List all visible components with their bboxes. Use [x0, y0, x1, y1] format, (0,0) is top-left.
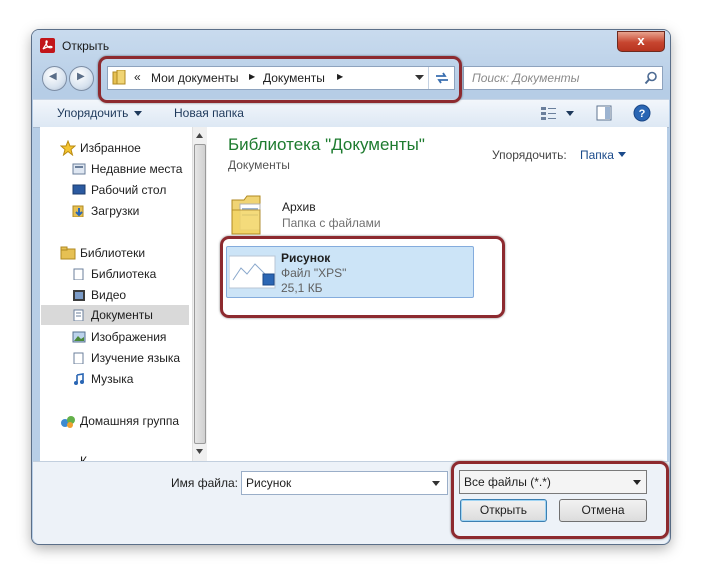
filename-dropdown-icon[interactable] — [432, 481, 440, 486]
sidebar-item-downloads[interactable]: Загрузки — [91, 202, 139, 220]
sidebar-item-video[interactable]: Видео — [91, 286, 126, 304]
video-icon — [73, 290, 85, 301]
highlight-frame-buttons — [451, 461, 669, 539]
back-button[interactable]: ◀ — [42, 66, 67, 91]
filename-input[interactable]: Рисунок — [246, 476, 291, 490]
window-title: Открыть — [62, 39, 110, 53]
sidebar-libraries[interactable]: Библиотеки — [80, 244, 145, 262]
search-box[interactable]: Поиск: Документы — [463, 66, 663, 90]
sidebar-item-music[interactable]: Музыка — [91, 370, 133, 388]
library-icon — [73, 268, 84, 280]
sidebar-item-partial[interactable]: К... — [80, 452, 97, 461]
file-name: Архив — [282, 200, 316, 214]
new-folder-button[interactable]: Новая папка — [174, 106, 244, 120]
sidebar-item-documents[interactable]: Документы — [91, 306, 153, 324]
toolbar: Упорядочить Новая папка ? — [33, 99, 669, 128]
language-learning-icon — [73, 352, 84, 364]
documents-icon — [73, 309, 84, 321]
scrollbar-thumb[interactable] — [194, 144, 206, 444]
arrange-by-label: Упорядочить: — [492, 148, 567, 162]
scroll-up-icon[interactable] — [196, 133, 203, 138]
folder-icon — [231, 195, 261, 235]
close-button[interactable]: x — [617, 31, 665, 52]
forward-button[interactable]: ▶ — [69, 66, 94, 91]
highlight-frame-address — [98, 56, 462, 103]
sidebar-homegroup[interactable]: Домашняя группа — [80, 412, 179, 430]
preview-pane-icon[interactable] — [596, 105, 612, 121]
filename-field[interactable]: Рисунок — [241, 471, 448, 495]
forward-arrow-icon: ▶ — [77, 71, 85, 82]
search-icon[interactable] — [644, 71, 658, 85]
star-icon — [60, 140, 76, 156]
music-icon — [74, 373, 84, 385]
filename-label: Имя файла: — [171, 476, 238, 490]
back-arrow-icon: ◀ — [49, 71, 57, 82]
help-icon[interactable]: ? — [633, 104, 651, 122]
arrange-dropdown-icon[interactable] — [618, 152, 626, 157]
library-title: Библиотека "Документы" — [228, 135, 425, 154]
desktop-icon — [72, 184, 86, 195]
sidebar-item-pictures[interactable]: Изображения — [91, 328, 166, 346]
sidebar-item-desktop[interactable]: Рабочий стол — [91, 181, 166, 199]
arrange-by-value[interactable]: Папка — [580, 148, 614, 162]
highlight-frame-file — [220, 236, 505, 318]
scroll-down-icon[interactable] — [196, 449, 203, 454]
svg-text:?: ? — [639, 108, 646, 120]
homegroup-icon — [61, 416, 75, 428]
organize-button[interactable]: Упорядочить — [57, 106, 128, 120]
sidebar-item-recent-places[interactable]: Недавние места — [91, 160, 182, 178]
downloads-icon — [72, 205, 84, 217]
search-input[interactable]: Поиск: Документы — [472, 71, 580, 85]
recent-places-icon — [72, 163, 86, 175]
sidebar-item-language-learning[interactable]: Изучение языка — [91, 349, 180, 367]
folder-item[interactable]: Архив Папка с файлами — [226, 192, 474, 238]
sidebar-scrollbar[interactable] — [192, 127, 207, 461]
chevron-down-icon[interactable] — [134, 111, 142, 116]
sidebar-item-library[interactable]: Библиотека — [91, 265, 156, 283]
view-dropdown-arrow-icon[interactable] — [566, 111, 574, 116]
library-subtitle: Документы — [228, 158, 290, 172]
sidebar-favorites[interactable]: Избранное — [80, 139, 141, 157]
file-type: Папка с файлами — [282, 216, 381, 230]
view-options-icon[interactable] — [540, 105, 558, 121]
pictures-icon — [72, 331, 86, 343]
acrobat-icon — [40, 38, 55, 53]
libraries-icon — [60, 246, 76, 260]
